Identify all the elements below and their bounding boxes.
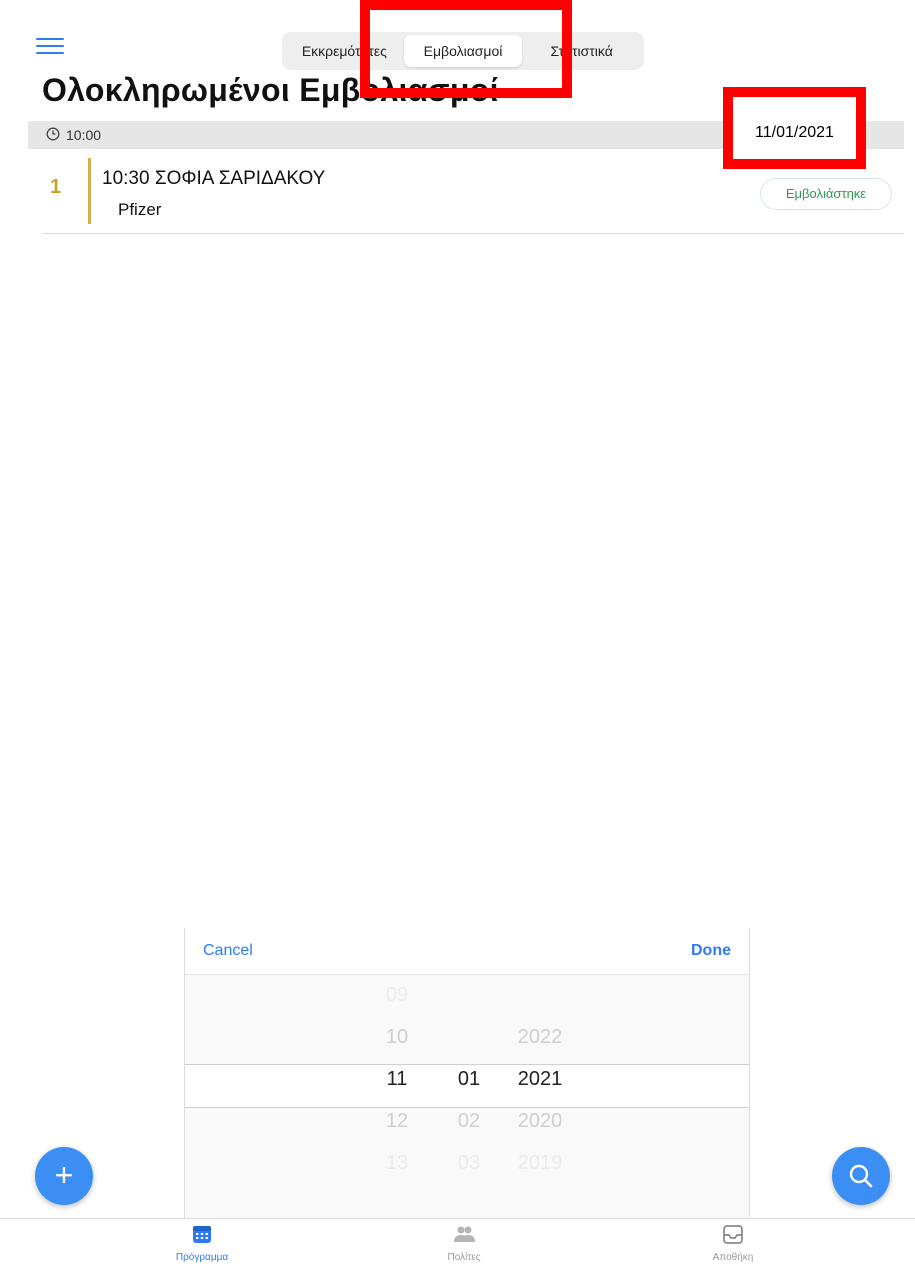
tab-label: Πολίτες [447,1252,481,1263]
tab-label: Αποθήκη [712,1252,754,1263]
inbox-icon [723,1225,743,1244]
tab-citizens[interactable]: Πολίτες [404,1223,524,1263]
picker-item[interactable]: 13 [367,1142,427,1184]
search-button[interactable] [832,1147,890,1205]
row-divider [42,233,904,234]
picker-item[interactable] [439,1016,499,1058]
calendar-icon [193,1226,211,1243]
picker-year-column[interactable]: 2022 2021 2020 2019 [501,974,579,1184]
entry-name[interactable]: 10:30 ΣΟΦΙΑ ΣΑΡΙΔΑΚΟΥ [102,168,325,190]
picker-item[interactable]: 2022 [501,1016,579,1058]
entry-index: 1 [50,176,62,198]
picker-item-selected[interactable]: 01 [439,1058,499,1100]
picker-item[interactable]: 2019 [501,1142,579,1184]
tab-storage[interactable]: Αποθήκη [673,1223,793,1263]
hamburger-icon[interactable] [36,38,64,56]
section-time: 10:00 [66,127,102,143]
picker-item[interactable]: 2020 [501,1100,579,1142]
annotation-box-tab [360,0,572,98]
picker-item-selected[interactable]: 11 [367,1058,427,1100]
picker-item-selected[interactable]: 2021 [501,1058,579,1100]
entry-vaccine: Pfizer [118,200,162,219]
bottom-tab-bar: Πρόγραμμα Πολίτες Αποθήκη [0,1218,915,1267]
search-icon [849,1164,873,1188]
picker-item[interactable]: 12 [367,1100,427,1142]
picker-month-column[interactable]: 01 02 03 [439,974,499,1184]
picker-toolbar: Cancel Done [185,928,749,975]
clock-icon [46,127,60,141]
picker-item[interactable]: 02 [439,1100,499,1142]
picker-day-column[interactable]: 09 10 11 12 13 [367,974,427,1184]
picker-item[interactable] [501,974,579,1016]
cancel-button[interactable]: Cancel [203,942,253,960]
picker-item[interactable]: 10 [367,1016,427,1058]
picker-item[interactable]: 03 [439,1142,499,1184]
add-button[interactable]: + [35,1147,93,1205]
tab-label: Πρόγραμμα [175,1252,229,1263]
picker-item[interactable]: 09 [367,974,427,1016]
tab-program[interactable]: Πρόγραμμα [142,1223,262,1263]
done-button[interactable]: Done [691,942,731,960]
date-overlay-label: 11/01/2021 [755,124,834,141]
people-icon [454,1226,475,1242]
picker-item[interactable] [439,974,499,1016]
status-badge: Εμβολιάστηκε [760,178,892,210]
entry-accent-line [88,158,91,224]
date-picker[interactable]: Cancel Done 09 10 11 12 13 01 02 03 2022… [184,928,750,1218]
